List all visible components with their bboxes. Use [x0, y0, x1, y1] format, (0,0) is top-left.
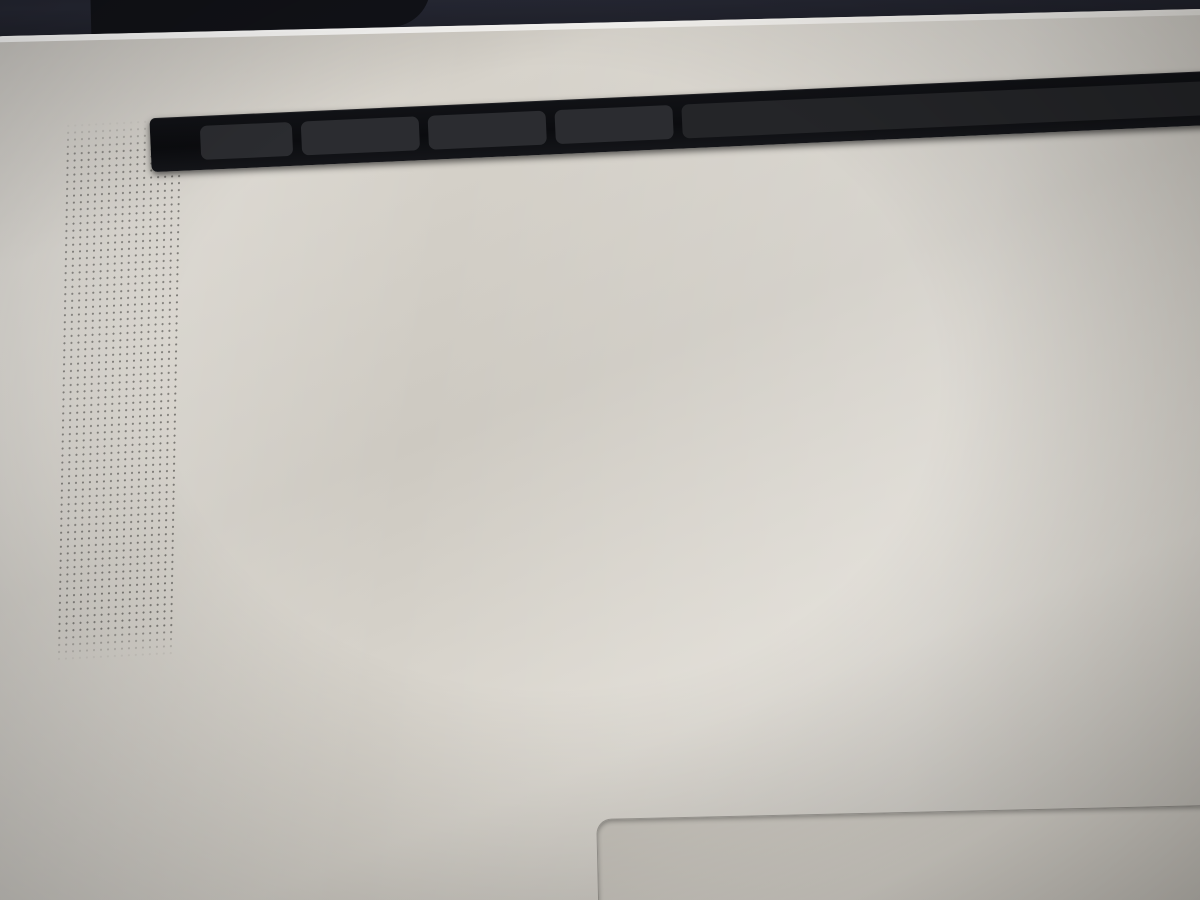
trackpad[interactable] [597, 804, 1200, 900]
keyboard[interactable] [0, 0, 1200, 900]
screenshot-root [0, 0, 1200, 900]
